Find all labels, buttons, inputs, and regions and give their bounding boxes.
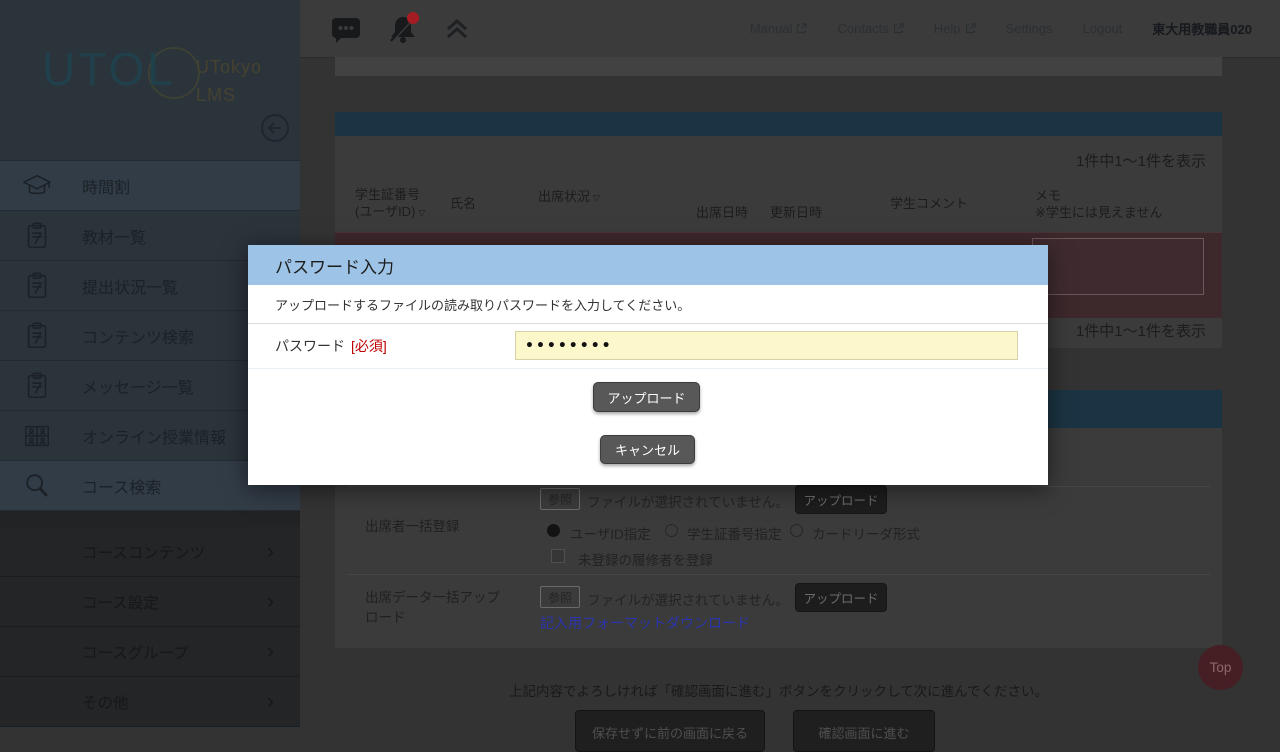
password-form-row: パスワード[必須]: [248, 324, 1048, 369]
password-modal: パスワード入力 アップロードするファイルの読み取りパスワードを入力してください。…: [248, 245, 1048, 485]
modal-upload-button[interactable]: アップロード: [593, 382, 700, 412]
modal-cancel-button[interactable]: キャンセル: [600, 435, 695, 464]
required-badge: [必須]: [351, 338, 387, 354]
modal-description: アップロードするファイルの読み取りパスワードを入力してください。: [248, 285, 1048, 324]
modal-title: パスワード入力: [248, 245, 1048, 285]
password-input[interactable]: [515, 331, 1018, 360]
